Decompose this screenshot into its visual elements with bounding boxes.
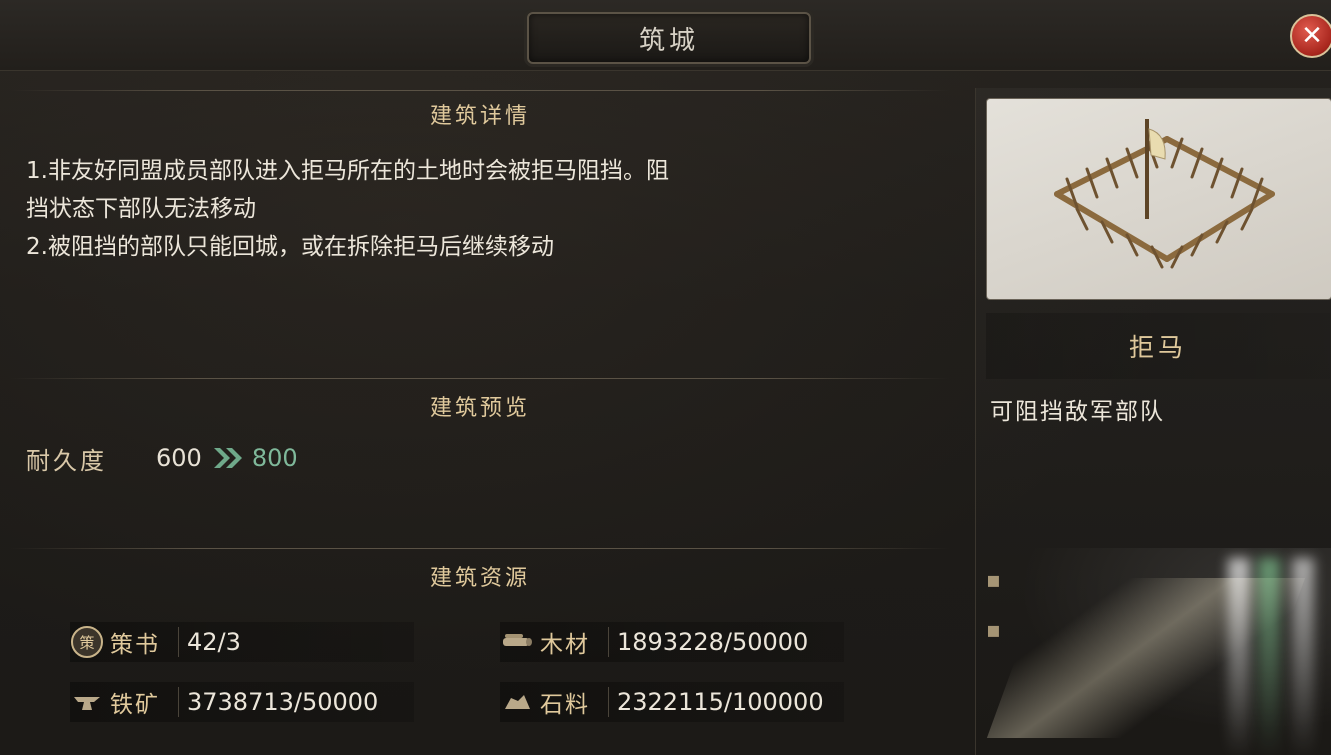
building-name: 拒马 xyxy=(986,313,1330,379)
details-heading: 建筑详情 xyxy=(429,104,530,129)
barricade-image xyxy=(986,98,1331,300)
separator xyxy=(608,627,609,657)
glare-artifact xyxy=(1292,558,1314,755)
close-icon: ✕ xyxy=(1301,21,1323,51)
glare-artifact: ▪ xyxy=(986,568,1001,593)
resource-value: 3738713/50000 xyxy=(187,688,379,716)
preview-heading: 建筑预览 xyxy=(429,396,530,421)
resource-value: 42/3 xyxy=(187,628,241,656)
stone-icon xyxy=(500,685,534,719)
resource-name: 铁矿 xyxy=(110,692,160,718)
detail-line: 2.被阻挡的部队只能回城，或在拆除拒马后继续移动 xyxy=(26,234,554,260)
resource-name: 石料 xyxy=(540,692,590,718)
building-description: 可阻挡敌军部队 xyxy=(990,399,1165,425)
resource-stone: 石料 2322115/100000 xyxy=(500,682,844,722)
durability-row: 耐久度 600 800 xyxy=(26,440,298,476)
durability-current: 600 xyxy=(156,444,202,472)
resources-heading: 建筑资源 xyxy=(429,566,530,591)
durability-label: 耐久度 xyxy=(26,446,107,475)
glare-artifact xyxy=(1228,558,1250,755)
close-button[interactable]: ✕ xyxy=(1290,14,1331,58)
resource-wood: 木材 1893228/50000 xyxy=(500,622,844,662)
double-chevron-right-icon xyxy=(213,448,242,468)
strategy-book-icon: 策 xyxy=(70,625,104,659)
separator xyxy=(178,627,179,657)
separator xyxy=(178,687,179,717)
glare-artifact: ▪ xyxy=(986,618,1001,643)
divider xyxy=(10,378,950,379)
details-text: 1.非友好同盟成员部队进入拒马所在的土地时会被拒马阻挡。阻 挡状态下部队无法移动… xyxy=(26,152,946,266)
glare-artifact xyxy=(1258,558,1280,755)
divider xyxy=(10,90,950,91)
detail-line: 挡状态下部队无法移动 xyxy=(26,196,256,222)
light-glare: ▪ ▪ xyxy=(976,548,1331,755)
game-dialog: 筑城 ✕ 建筑详情 1.非友好同盟成员部队进入拒马所在的土地时会被拒马阻挡。阻 … xyxy=(0,0,1331,755)
resource-name: 木材 xyxy=(540,632,590,658)
resource-value: 1893228/50000 xyxy=(617,628,809,656)
resource-name: 策书 xyxy=(110,632,160,658)
wood-icon xyxy=(500,625,534,659)
title-plate: 筑城 xyxy=(527,12,811,64)
resource-strategy-book: 策 策书 42/3 xyxy=(70,622,414,662)
info-panel: 建筑详情 1.非友好同盟成员部队进入拒马所在的土地时会被拒马阻挡。阻 挡状态下部… xyxy=(10,88,950,753)
resource-iron: 铁矿 3738713/50000 xyxy=(70,682,414,722)
divider xyxy=(10,548,950,549)
building-panel: 拒马 可阻挡敌军部队 ▪ ▪ xyxy=(975,88,1331,755)
dialog-header: 筑城 ✕ xyxy=(0,0,1331,71)
detail-line: 1.非友好同盟成员部队进入拒马所在的土地时会被拒马阻挡。阻 xyxy=(26,158,669,184)
strategy-book-badge: 策 xyxy=(71,626,103,658)
iron-ore-icon xyxy=(70,685,104,719)
durability-next: 800 xyxy=(251,444,298,472)
resource-value: 2322115/100000 xyxy=(617,688,824,716)
dialog-title: 筑城 xyxy=(638,25,699,56)
separator xyxy=(608,687,609,717)
